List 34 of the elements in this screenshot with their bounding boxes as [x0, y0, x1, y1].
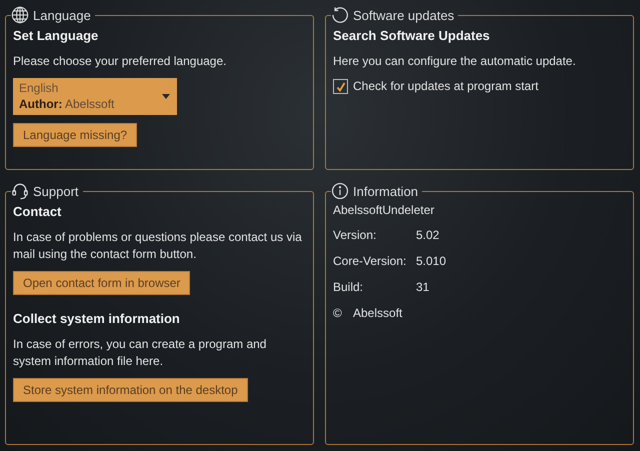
info-value: Abelssoft [353, 305, 402, 322]
dropdown-value: English [19, 80, 58, 96]
panel-title: Language [33, 8, 91, 22]
section-heading: Search Software Updates [333, 28, 491, 43]
description-text: Please choose your preferred language. [13, 53, 228, 70]
checkbox-label: Check for updates at program start [353, 78, 538, 95]
action-button[interactable]: Language missing? [13, 123, 138, 147]
section-heading: Contact [13, 204, 62, 219]
globe-icon [11, 6, 29, 24]
caret-icon [162, 94, 170, 99]
copyright-sign: © [333, 305, 343, 322]
checkbox[interactable] [333, 79, 348, 94]
headset-icon [11, 182, 29, 200]
section-heading: Set Language [13, 28, 100, 43]
panel-title: Software updates [353, 8, 454, 22]
action-button[interactable]: Store system information on the desktop [13, 378, 248, 402]
dropdown-author: Author: Abelssoft [19, 96, 114, 113]
description-text: In case of errors, you can create a program and system information file here. [13, 336, 268, 370]
action-button[interactable]: Open contact form in browser [13, 271, 190, 295]
info-value: 5.010 [416, 253, 446, 270]
info-icon [331, 182, 349, 200]
section-heading: Collect system information [13, 311, 181, 326]
language-dropdown[interactable]: English Author: Abelssoft [13, 78, 177, 115]
panel-title: Support [33, 184, 79, 198]
info-label: Version: [333, 227, 378, 244]
description-text: AbelssoftUndeleter [333, 202, 436, 219]
panel-title: Information [353, 184, 418, 198]
description-text: Here you can configure the automatic update. [333, 53, 577, 70]
info-label: Core-Version: [333, 253, 408, 270]
description-text: In case of problems or questions please contact us via mail using the contact form button. [13, 229, 303, 263]
info-value: 31 [416, 279, 430, 296]
refresh-icon [331, 6, 349, 24]
info-value: 5.02 [416, 227, 440, 244]
info-label: Build: [333, 279, 364, 296]
